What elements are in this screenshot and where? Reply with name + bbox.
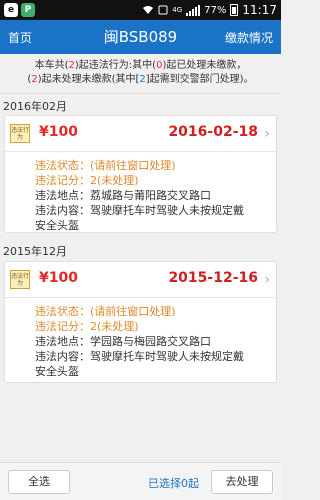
status-bar: e P 4G 77% 11:17 — [0, 0, 281, 20]
violation-card[interactable]: 违法行为 ¥100 2015-12-16 › 违法状态：(请前往窗口处理) 违法… — [4, 261, 277, 383]
violation-card-header: 违法行为 ¥100 2015-12-16 › — [5, 262, 276, 298]
violation-stamp-icon: 违法行为 — [10, 124, 30, 143]
violation-summary: 本车共(2)起违法行为:其中(0)起已处理未缴款， (2)起未处理未缴款(其中[… — [0, 54, 281, 94]
status-bar-notifications: e P — [4, 3, 35, 17]
fine-amount: ¥100 — [39, 270, 78, 286]
violation-location: 违法地点：荔城路与莆阳路交叉路口 — [35, 189, 211, 202]
notification-app-icon: P — [21, 3, 35, 17]
battery-icon — [230, 4, 239, 16]
violation-date: 2015-12-16 — [168, 270, 258, 286]
process-button[interactable]: 去处理 — [211, 470, 273, 494]
alarm-icon — [158, 5, 168, 15]
violation-content: 违法内容：驾驶摩托车时驾驶人未按规定戴 — [35, 350, 244, 363]
battery-percent: 77% — [204, 4, 227, 16]
action-bar: 全选 已选择0起 去处理 — [0, 462, 281, 500]
notification-app-icon: e — [4, 3, 18, 17]
payment-status-button[interactable]: 缴款情况 — [225, 29, 273, 46]
violation-details: 违法状态：(请前往窗口处理) 违法记分：2(未处理) 违法地点：荔城路与莆阳路交… — [5, 152, 276, 237]
violation-points: 违法记分：2(未处理) — [35, 174, 139, 187]
violation-content: 违法内容：驾驶摩托车时驾驶人未按规定戴 — [35, 204, 244, 217]
chevron-right-icon[interactable]: › — [264, 272, 270, 288]
summary-line-2: (2)起未处理未缴款(其中[2]起需到交警部门处理)。 — [27, 74, 254, 85]
violation-points: 违法记分：2(未处理) — [35, 320, 139, 333]
violation-status: 违法状态：(请前往窗口处理) — [35, 159, 176, 172]
violation-status: 违法状态：(请前往窗口处理) — [35, 305, 176, 318]
clock: 11:17 — [242, 3, 277, 17]
summary-line-1: 本车共(2)起违法行为:其中(0)起已处理未缴款， — [34, 60, 247, 71]
signal-icon — [186, 4, 201, 16]
fine-amount: ¥100 — [39, 124, 78, 140]
violation-date: 2016-02-18 — [168, 124, 258, 140]
violation-card-header: 违法行为 ¥100 2016-02-18 › — [5, 116, 276, 152]
violation-content-cont: 安全头盔 — [35, 219, 79, 232]
violation-stamp-icon: 违法行为 — [10, 270, 30, 289]
violation-location: 违法地点：学园路与梅园路交叉路口 — [35, 335, 211, 348]
select-all-button[interactable]: 全选 — [8, 470, 70, 494]
app-header: 首页 闽BSB089 缴款情况 — [0, 20, 281, 54]
chevron-right-icon[interactable]: › — [264, 126, 270, 142]
violation-card[interactable]: 违法行为 ¥100 2016-02-18 › 违法状态：(请前往窗口处理) 违法… — [4, 115, 277, 233]
month-label: 2016年02月 — [3, 100, 67, 113]
month-label: 2015年12月 — [3, 245, 67, 258]
wifi-icon — [143, 6, 154, 14]
violation-content-cont: 安全头盔 — [35, 365, 79, 378]
status-bar-system: 4G 77% 11:17 — [142, 3, 277, 17]
selected-count: 已选择0起 — [148, 477, 199, 490]
violation-details: 违法状态：(请前往窗口处理) 违法记分：2(未处理) 违法地点：学园路与梅园路交… — [5, 298, 276, 383]
network-type: 4G — [172, 6, 183, 14]
